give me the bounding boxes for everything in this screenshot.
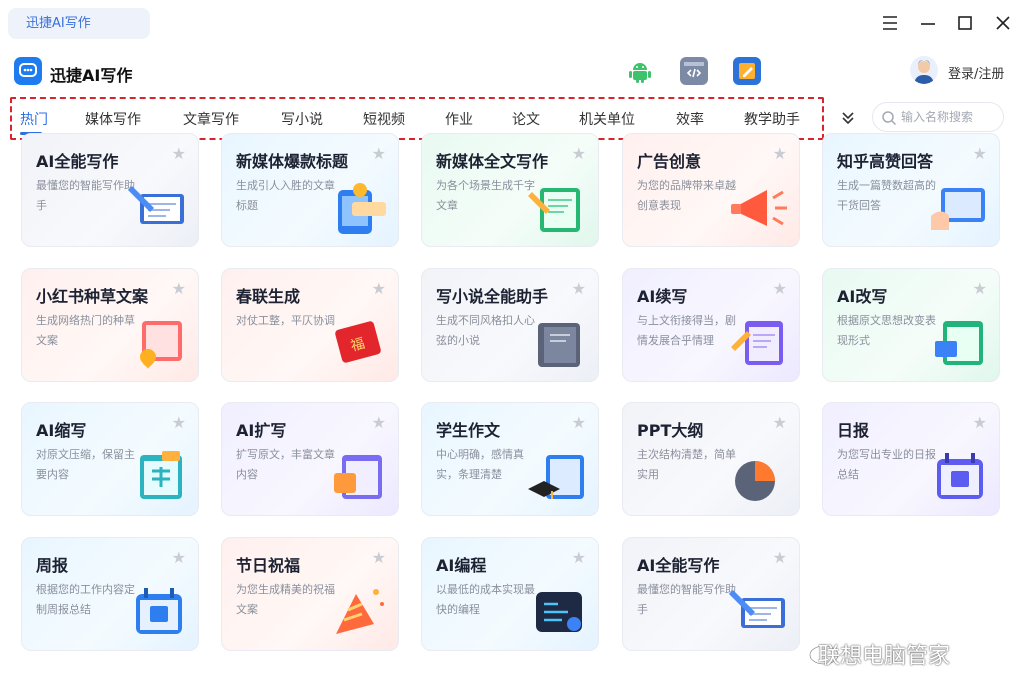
card-description: 生成不同风格扣人心弦的小说 xyxy=(436,314,535,347)
favorite-star-icon[interactable]: ★ xyxy=(572,146,586,162)
favorite-star-icon[interactable]: ★ xyxy=(973,415,987,431)
card-description: 根据您的工作内容定制周报总结 xyxy=(36,583,135,616)
card-description: 中心明确，感情真实，条理清楚 xyxy=(436,448,524,481)
favorite-star-icon[interactable]: ★ xyxy=(172,550,186,566)
card-title: 周报 xyxy=(36,556,69,575)
favorite-star-icon[interactable]: ★ xyxy=(572,415,586,431)
card-title: 知乎高赞回答 xyxy=(837,152,934,171)
card-title: AI扩写 xyxy=(236,421,287,440)
favorite-star-icon[interactable]: ★ xyxy=(572,281,586,297)
favorite-star-icon[interactable]: ★ xyxy=(172,415,186,431)
code-screen-icon xyxy=(522,580,592,642)
writing-book-icon xyxy=(122,176,192,238)
card-title: AI编程 xyxy=(436,556,487,575)
card-title: AI缩写 xyxy=(36,421,87,440)
card-new-media-title[interactable]: 新媒体爆款标题生成引人入胜的文章标题 ★ xyxy=(221,133,399,247)
favorite-star-icon[interactable]: ★ xyxy=(773,146,787,162)
megaphone-icon xyxy=(723,176,793,238)
phone-megaphone-icon xyxy=(322,176,392,238)
card-description: 根据原文思想改变表现形式 xyxy=(837,314,936,347)
card-zhihu-answer[interactable]: 知乎高赞回答生成一篇赞数超高的干货回答 ★ xyxy=(822,133,1000,247)
card-daily-report[interactable]: 日报为您写出专业的日报总结 ★ xyxy=(822,402,1000,516)
card-title: 日报 xyxy=(837,421,870,440)
card-title: AI续写 xyxy=(637,287,688,306)
card-description: 主次结构清楚，简单实用 xyxy=(637,448,736,481)
favorite-star-icon[interactable]: ★ xyxy=(372,415,386,431)
calculator-clipboard-icon xyxy=(122,445,192,507)
heart-document-icon xyxy=(122,311,192,373)
card-title: PPT大纲 xyxy=(637,421,704,440)
card-ad-creative[interactable]: 广告创意为您的品牌带来卓越创意表现 ★ xyxy=(622,133,800,247)
card-title: 广告创意 xyxy=(637,152,702,171)
favorite-star-icon[interactable]: ★ xyxy=(773,415,787,431)
card-student-essay[interactable]: 学生作文中心明确，感情真实，条理清楚 ★ xyxy=(421,402,599,516)
card-ai-all-round-writing[interactable]: AI全能写作最懂您的智能写作助手 ★ xyxy=(21,133,199,247)
card-description: 最懂您的智能写作助手 xyxy=(637,583,736,616)
clipboard-image-icon xyxy=(322,445,392,507)
card-description: 生成引人入胜的文章标题 xyxy=(236,179,335,212)
card-ai-all-round-writing-2[interactable]: AI全能写作最懂您的智能写作助手 ★ xyxy=(622,537,800,651)
card-description: 为您生成精美的祝福文案 xyxy=(236,583,335,616)
card-description: 为各个场景生成千字文章 xyxy=(436,179,535,212)
favorite-star-icon[interactable]: ★ xyxy=(773,281,787,297)
favorite-star-icon[interactable]: ★ xyxy=(172,146,186,162)
card-ai-continue[interactable]: AI续写与上文衔接得当，剧情发展合乎情理 ★ xyxy=(622,268,800,382)
card-ai-coding[interactable]: AI编程以最低的成本实现最快的编程 ★ xyxy=(421,537,599,651)
card-title: AI改写 xyxy=(837,287,888,306)
card-title: AI全能写作 xyxy=(36,152,119,171)
graduation-book-icon xyxy=(522,445,592,507)
laptop-hand-icon xyxy=(923,176,993,238)
card-title: 新媒体全文写作 xyxy=(436,152,549,171)
card-description: 扩写原文，丰富文章内容 xyxy=(236,448,335,481)
card-spring-couplet[interactable]: 春联生成对仗工整，平仄协调 ★ 福 xyxy=(221,268,399,382)
favorite-star-icon[interactable]: ★ xyxy=(372,550,386,566)
tool-card-grid: AI全能写作 最懂您的智能写作助手 ★ 新媒体爆款标题 生成引人入胜的文章标题 ★ 新媒体全… xyxy=(0,0,1024,678)
watermark-text: 联想电脑管家 xyxy=(818,644,951,669)
card-ai-condense[interactable]: AI缩写对原文压缩，保留主要内容 ★ xyxy=(21,402,199,516)
card-description: 生成一篇赞数超高的干货回答 xyxy=(837,179,936,212)
card-new-media-full-text[interactable]: 新媒体全文写作为各个场景生成千字文章 ★ xyxy=(421,133,599,247)
card-description: 为您写出专业的日报总结 xyxy=(837,448,936,481)
clipboard-edit-icon xyxy=(923,311,993,373)
card-title: 春联生成 xyxy=(236,287,301,306)
favorite-star-icon[interactable]: ★ xyxy=(372,281,386,297)
card-xiaohongshu-copy[interactable]: 小红书种草文案生成网络热门的种草文案 ★ xyxy=(21,268,199,382)
favorite-star-icon[interactable]: ★ xyxy=(172,281,186,297)
card-festival-greeting[interactable]: 节日祝福为您生成精美的祝福文案 ★ xyxy=(221,537,399,651)
calendar-icon xyxy=(923,445,993,507)
card-weekly-report[interactable]: 周报根据您的工作内容定制周报总结 ★ xyxy=(21,537,199,651)
card-description: 生成网络热门的种草文案 xyxy=(36,314,135,347)
card-title: 学生作文 xyxy=(436,421,501,440)
card-ppt-outline[interactable]: PPT大纲主次结构清楚，简单实用 ★ xyxy=(622,402,800,516)
card-description: 以最低的成本实现最快的编程 xyxy=(436,583,535,616)
notebook-icon xyxy=(522,311,592,373)
document-pen-icon xyxy=(522,176,592,238)
clipboard-pen-icon xyxy=(723,311,793,373)
card-title: 节日祝福 xyxy=(236,556,301,575)
favorite-star-icon[interactable]: ★ xyxy=(973,281,987,297)
card-description: 最懂您的智能写作助手 xyxy=(36,179,135,212)
card-description: 与上文衔接得当，剧情发展合乎情理 xyxy=(637,314,736,347)
card-novel-assistant[interactable]: 写小说全能助手生成不同风格扣人心弦的小说 ★ xyxy=(421,268,599,382)
couplet-scroll-icon: 福 xyxy=(322,311,392,373)
card-title: 新媒体爆款标题 xyxy=(236,152,349,171)
favorite-star-icon[interactable]: ★ xyxy=(773,550,787,566)
pie-chart-icon xyxy=(723,445,793,507)
card-title: 写小说全能助手 xyxy=(436,287,549,306)
card-ai-expand[interactable]: AI扩写扩写原文，丰富文章内容 ★ xyxy=(221,402,399,516)
calendar-icon xyxy=(122,580,192,642)
card-description: 对原文压缩，保留主要内容 xyxy=(36,448,135,481)
writing-book-icon xyxy=(723,580,793,642)
card-ai-rewrite[interactable]: AI改写根据原文思想改变表现形式 ★ xyxy=(822,268,1000,382)
card-description: 对仗工整，平仄协调 xyxy=(236,314,335,327)
favorite-star-icon[interactable]: ★ xyxy=(973,146,987,162)
card-title: 小红书种草文案 xyxy=(36,287,149,306)
favorite-star-icon[interactable]: ★ xyxy=(372,146,386,162)
party-popper-icon xyxy=(322,580,392,642)
card-description: 为您的品牌带来卓越创意表现 xyxy=(637,179,736,212)
card-title: AI全能写作 xyxy=(637,556,720,575)
favorite-star-icon[interactable]: ★ xyxy=(572,550,586,566)
